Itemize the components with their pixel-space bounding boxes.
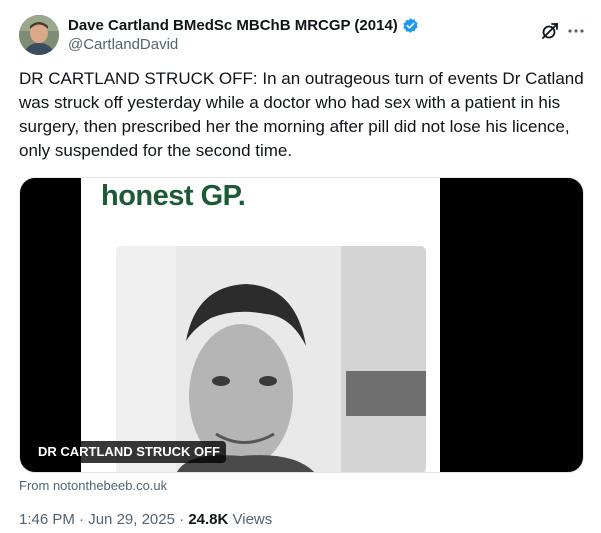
media-card[interactable]: honest GP. DR CARTLAND STRUCK OFF — [19, 177, 584, 473]
verified-icon — [402, 17, 419, 34]
post-time[interactable]: 1:46 PM — [19, 511, 75, 528]
meta-separator: · — [79, 511, 85, 528]
author-handle[interactable]: @CartlandDavid — [68, 36, 178, 53]
media-caption: DR CARTLAND STRUCK OFF — [32, 441, 226, 463]
meta-separator: · — [179, 511, 185, 528]
views-label: Views — [232, 511, 273, 528]
post-text: DR CARTLAND STRUCK OFF: In an outrageous… — [19, 69, 584, 160]
post-card: Dave Cartland BMedSc MBChB MRCGP (2014) … — [0, 0, 601, 533]
author-name-line: Dave Cartland BMedSc MBChB MRCGP (2014) — [68, 15, 419, 35]
author-display-name[interactable]: Dave Cartland BMedSc MBChB MRCGP (2014) — [68, 17, 398, 34]
media-headline: honest GP. — [101, 180, 246, 212]
post-meta: 1:46 PM · Jun 29, 2025 · 24.8K Views — [19, 511, 272, 528]
grok-icon[interactable] — [540, 21, 560, 41]
link-source[interactable]: From notonthebeeb.co.uk — [19, 478, 167, 493]
post-date[interactable]: Jun 29, 2025 — [88, 511, 175, 528]
more-icon[interactable] — [566, 21, 586, 41]
media-photo — [116, 246, 426, 472]
views-count: 24.8K — [188, 511, 229, 528]
avatar[interactable] — [19, 15, 59, 55]
